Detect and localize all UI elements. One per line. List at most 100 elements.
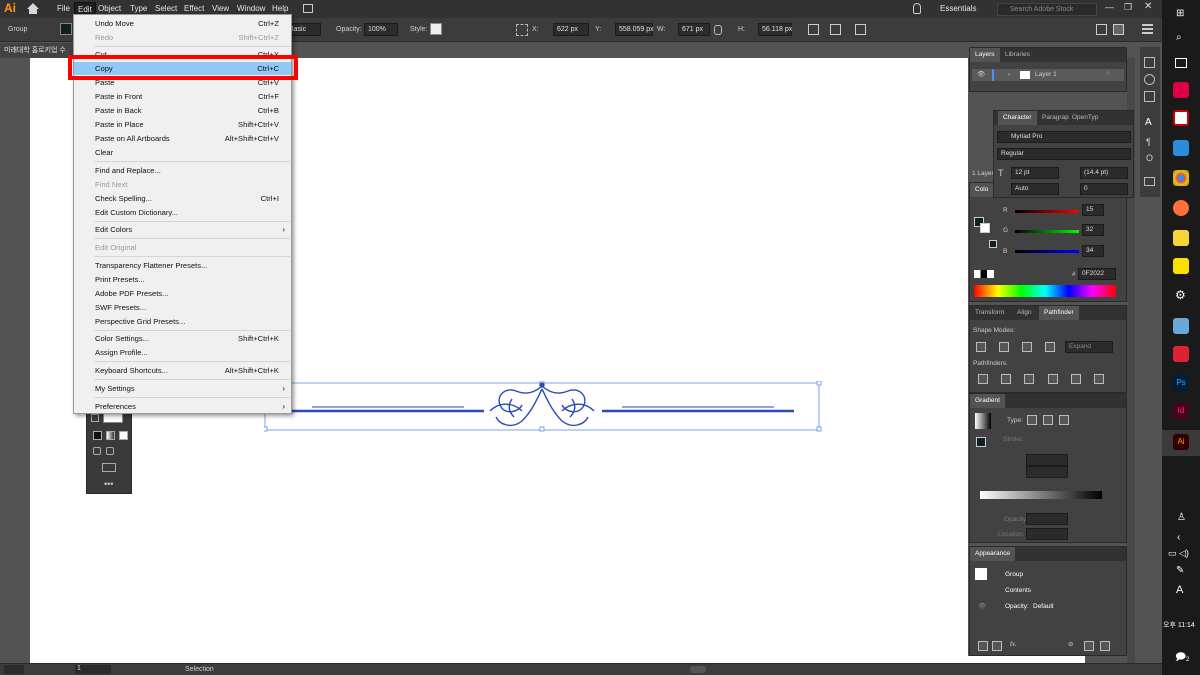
add-fill-icon[interactable] <box>992 641 1002 651</box>
divide-icon[interactable] <box>978 374 988 384</box>
app-icon-3[interactable] <box>1173 318 1189 334</box>
recolor-icon[interactable] <box>855 24 866 35</box>
transform-icon[interactable] <box>808 24 819 35</box>
transform-panel-icon[interactable] <box>1144 177 1155 186</box>
tab-gradient[interactable]: Gradient <box>970 394 1005 408</box>
duplicate-item-icon[interactable] <box>1084 641 1094 651</box>
artboard-navigation[interactable]: 1 <box>75 665 111 674</box>
layer-row[interactable]: 👁 › Layer 1 ○ <box>972 69 1124 81</box>
menu-perspective-grid-presets[interactable]: Perspective Grid Presets... <box>74 315 291 328</box>
menu-keyboard-shortcuts[interactable]: Keyboard Shortcuts... Alt+Shift+Ctrl+K <box>74 364 291 377</box>
menu-color-settings[interactable]: Color Settings... Shift+Ctrl+K <box>74 332 291 345</box>
eye-icon[interactable]: 👁 <box>978 602 986 610</box>
color-spectrum[interactable] <box>974 285 1116 297</box>
opacity-input[interactable]: 100% <box>364 23 398 36</box>
kerning-input[interactable]: Auto <box>1011 183 1059 195</box>
windows-icon[interactable]: ⊞ <box>1176 8 1184 19</box>
tab-align[interactable]: Align <box>1012 306 1036 320</box>
tab-transform[interactable]: Transform <box>970 306 1009 320</box>
app-icon-2[interactable] <box>1173 110 1189 126</box>
gradient-slider[interactable] <box>980 491 1102 499</box>
menu-check-spelling[interactable]: Check Spelling... Ctrl+I <box>74 192 291 205</box>
settings-gear-icon[interactable]: ⚙ <box>1175 288 1186 302</box>
trim-icon[interactable] <box>1001 374 1011 384</box>
linear-gradient-icon[interactable] <box>1027 415 1037 425</box>
font-style-select[interactable]: Regular <box>997 148 1131 160</box>
opentype-icon[interactable]: O <box>1146 153 1153 163</box>
menu-paste-on-all-artboards[interactable]: Paste on All Artboards Alt+Shift+Ctrl+V <box>74 132 291 145</box>
radial-gradient-icon[interactable] <box>1043 415 1053 425</box>
r-slider[interactable] <box>1015 210 1079 213</box>
b-slider[interactable] <box>1015 250 1079 253</box>
close-icon[interactable]: ✕ <box>1144 1 1152 12</box>
merge-icon[interactable] <box>1024 374 1034 384</box>
y-input[interactable]: 558.059 px <box>615 23 654 36</box>
gradient-opacity-input[interactable] <box>1026 513 1068 525</box>
chrome-icon[interactable] <box>1173 170 1189 186</box>
menu-edit-original[interactable]: Edit Original <box>74 241 291 254</box>
intersect-icon[interactable] <box>1022 342 1032 352</box>
menu-my-settings[interactable]: My Settings › <box>74 382 291 395</box>
none-white-black-swatches[interactable] <box>974 270 994 278</box>
zoom-field[interactable] <box>4 665 24 674</box>
minus-back-icon[interactable] <box>1094 374 1104 384</box>
gradient-preview[interactable] <box>975 413 991 429</box>
crop-icon[interactable] <box>1048 374 1058 384</box>
task-view-icon[interactable] <box>1175 58 1187 68</box>
file-explorer-icon[interactable] <box>1173 140 1189 156</box>
symbols-icon[interactable] <box>1144 74 1155 85</box>
tab-pathfinder[interactable]: Pathfinder <box>1039 306 1079 320</box>
appearance-contents-label[interactable]: Contents <box>1005 587 1031 594</box>
exclude-icon[interactable] <box>1045 342 1055 352</box>
input-language[interactable]: A <box>1176 584 1183 596</box>
home-icon[interactable] <box>26 2 40 15</box>
menu-window[interactable]: Window <box>237 4 265 13</box>
menu-transparency-flattener-presets[interactable]: Transparency Flattener Presets... <box>74 259 291 272</box>
menu-print-presets[interactable]: Print Presets... <box>74 273 291 286</box>
gradient-fill-swatch[interactable] <box>976 437 986 447</box>
menu-find-and-replace[interactable]: Find and Replace... <box>74 164 291 177</box>
photoshop-icon[interactable]: Ps <box>1173 375 1189 391</box>
menu-preferences[interactable]: Preferences › <box>74 400 291 413</box>
font-family-select[interactable]: Myriad Pro <box>997 131 1131 143</box>
fx-icon[interactable]: fx. <box>1010 641 1017 648</box>
menu-swf-presets[interactable]: SWF Presets... <box>74 301 291 314</box>
menu-type[interactable]: Type <box>130 4 147 13</box>
tab-opentype[interactable]: OpenTyp <box>1067 111 1103 125</box>
leading-input[interactable]: (14.4 pt) <box>1080 167 1128 179</box>
tab-color[interactable]: Colo <box>970 183 994 197</box>
clock[interactable]: 오후 11:14 <box>1163 620 1195 630</box>
more-tools-icon[interactable]: ••• <box>104 479 113 489</box>
align-grid-icon[interactable] <box>516 24 528 36</box>
hex-input[interactable]: 0F2022 <box>1078 268 1116 280</box>
creative-cloud-icon[interactable] <box>1173 346 1189 362</box>
expand-arrow-icon[interactable]: › <box>1008 71 1010 78</box>
sticky-notes-icon[interactable] <box>1173 230 1189 246</box>
color-mode-icon[interactable] <box>93 431 102 440</box>
expand-button[interactable]: Expand <box>1065 341 1113 353</box>
menu-object[interactable]: Object <box>98 4 121 13</box>
network-icon[interactable]: ▭ ◁) <box>1168 548 1189 559</box>
paragraph-icon[interactable]: ¶ <box>1146 137 1151 147</box>
angle-input[interactable] <box>1026 454 1068 466</box>
fill-swatch[interactable] <box>60 23 72 35</box>
tab-layers[interactable]: Layers <box>970 48 1000 62</box>
x-input[interactable]: 622 px <box>553 23 589 36</box>
target-icon[interactable]: ○ <box>1106 70 1110 77</box>
style-swatch[interactable] <box>430 23 442 35</box>
maximize-icon[interactable]: ❐ <box>1124 2 1132 13</box>
constrain-link-icon[interactable] <box>714 25 722 35</box>
unite-icon[interactable] <box>976 342 986 352</box>
clear-appearance-icon[interactable]: ⊘ <box>1068 640 1073 648</box>
menu-effect[interactable]: Effect <box>184 4 204 13</box>
indesign-icon[interactable]: Id <box>1173 403 1189 419</box>
pen-icon[interactable]: ✎ <box>1176 565 1184 576</box>
b-input[interactable]: 34 <box>1082 245 1104 257</box>
tab-character[interactable]: Character <box>998 111 1037 125</box>
arrange-icon[interactable] <box>1113 24 1124 35</box>
menu-paste-in-front[interactable]: Paste in Front Ctrl+F <box>74 90 291 103</box>
g-input[interactable]: 32 <box>1082 224 1104 236</box>
freeform-gradient-icon[interactable] <box>1059 415 1069 425</box>
panel-menu-icon[interactable] <box>1142 23 1153 34</box>
lightbulb-icon[interactable] <box>913 3 921 14</box>
